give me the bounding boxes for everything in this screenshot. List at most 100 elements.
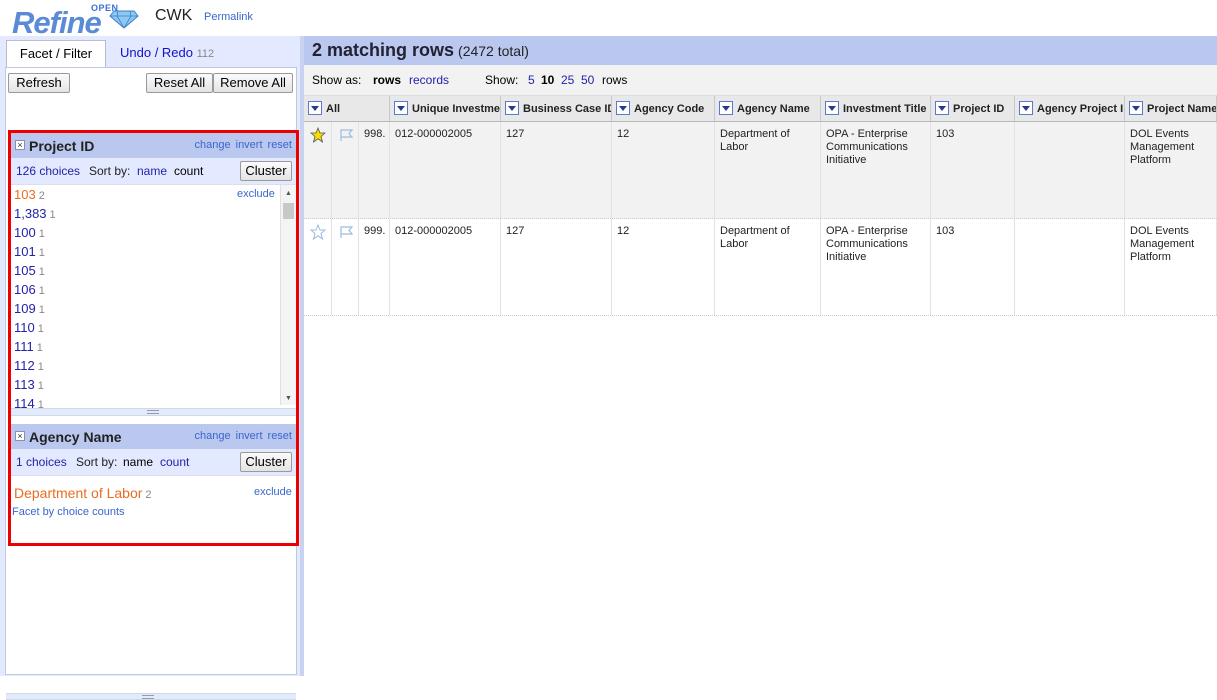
sort-by-name-selected[interactable]: name bbox=[123, 455, 153, 469]
column-header[interactable]: Project ID bbox=[931, 96, 1015, 121]
facet-choice[interactable]: 1,383 1 bbox=[14, 206, 56, 221]
chevron-down-icon[interactable] bbox=[505, 101, 519, 115]
flag-icon[interactable] bbox=[338, 128, 354, 142]
permalink-link[interactable]: Permalink bbox=[204, 11, 253, 23]
facet-choice[interactable]: 106 1 bbox=[14, 282, 45, 297]
project-title[interactable]: CWK bbox=[155, 7, 192, 25]
table-cell[interactable]: DOL Events Management Platform bbox=[1125, 219, 1217, 315]
summary-bar: 2 matching rows (2472 total) bbox=[304, 36, 1217, 65]
remove-all-button[interactable]: Remove All bbox=[213, 73, 293, 93]
table-cell[interactable]: 12 bbox=[612, 122, 715, 218]
undo-count: 112 bbox=[196, 48, 215, 60]
page-size-25[interactable]: 25 bbox=[561, 73, 574, 87]
chevron-down-icon[interactable] bbox=[1129, 101, 1143, 115]
chevron-down-icon[interactable] bbox=[308, 101, 322, 115]
table-cell[interactable]: 012-000002005 bbox=[390, 122, 501, 218]
facet-choice[interactable]: 105 1 bbox=[14, 263, 45, 278]
show-as-rows[interactable]: rows bbox=[373, 73, 401, 87]
scroll-up-icon[interactable]: ▲ bbox=[285, 190, 292, 197]
table-cell[interactable]: OPA - Enterprise Communications Initiati… bbox=[821, 122, 931, 218]
chevron-down-icon[interactable] bbox=[616, 101, 630, 115]
table-cell[interactable]: 012-000002005 bbox=[390, 219, 501, 315]
chevron-down-icon[interactable] bbox=[935, 101, 949, 115]
openrefine-logo[interactable]: OPEN Refine bbox=[10, 2, 140, 40]
facet-choice[interactable]: 103 2 bbox=[14, 187, 45, 202]
chevron-down-icon[interactable] bbox=[719, 101, 733, 115]
facet-invert-link[interactable]: invert bbox=[236, 139, 263, 151]
facet-choice-list: 103 2 exclude 1,383 1 100 1 101 1 105 1 106 1 … bbox=[11, 184, 296, 409]
column-header-all[interactable]: All bbox=[304, 96, 390, 121]
panel-resize-handle[interactable] bbox=[6, 693, 296, 700]
star-icon-filled[interactable] bbox=[310, 127, 326, 143]
column-label: Project ID bbox=[953, 103, 1005, 115]
refresh-button[interactable]: Refresh bbox=[8, 73, 70, 93]
facet-resize-handle[interactable] bbox=[11, 408, 296, 416]
table-cell[interactable] bbox=[1015, 122, 1125, 218]
scroll-down-icon[interactable]: ▼ bbox=[285, 395, 292, 402]
facet-choice[interactable]: 109 1 bbox=[14, 301, 45, 316]
table-cell[interactable]: 103 bbox=[931, 219, 1015, 315]
table-cell[interactable]: DOL Events Management Platform bbox=[1125, 122, 1217, 218]
facet-choice[interactable]: 110 1 bbox=[14, 320, 44, 335]
flag-cell[interactable] bbox=[332, 122, 359, 218]
table-cell[interactable]: 12 bbox=[612, 219, 715, 315]
tab-facet-filter[interactable]: Facet / Filter bbox=[6, 40, 106, 68]
chevron-down-icon[interactable] bbox=[1019, 101, 1033, 115]
sort-by-name-link[interactable]: name bbox=[137, 164, 167, 178]
star-icon-empty[interactable] bbox=[310, 224, 326, 240]
facet-choice[interactable]: 113 1 bbox=[14, 377, 44, 392]
facet-choices-count[interactable]: 1 choices bbox=[16, 455, 67, 469]
facet-reset-link[interactable]: reset bbox=[268, 430, 292, 442]
facet-invert-link[interactable]: invert bbox=[236, 430, 263, 442]
table-cell[interactable]: Department of Labor bbox=[715, 219, 821, 315]
chevron-down-icon[interactable] bbox=[825, 101, 839, 115]
column-header[interactable]: Unique Investment Identifier bbox=[390, 96, 501, 121]
column-header[interactable]: Agency Name bbox=[715, 96, 821, 121]
column-header[interactable]: Business Case ID bbox=[501, 96, 612, 121]
table-cell[interactable]: OPA - Enterprise Communications Initiati… bbox=[821, 219, 931, 315]
facet-choices-count[interactable]: 126 choices bbox=[16, 164, 80, 178]
flag-cell[interactable] bbox=[332, 219, 359, 315]
reset-all-button[interactable]: Reset All bbox=[146, 73, 213, 93]
star-cell[interactable] bbox=[304, 122, 332, 218]
facet-by-choice-counts-link[interactable]: Facet by choice counts bbox=[12, 506, 125, 518]
exclude-link[interactable]: exclude bbox=[254, 486, 292, 498]
chevron-down-icon[interactable] bbox=[394, 101, 408, 115]
table-cell[interactable]: 103 bbox=[931, 122, 1015, 218]
column-header[interactable]: Investment Title bbox=[821, 96, 931, 121]
facet-change-link[interactable]: change bbox=[195, 139, 231, 151]
page-size-50[interactable]: 50 bbox=[581, 73, 594, 87]
table-cell[interactable]: Department of Labor bbox=[715, 122, 821, 218]
facet-choice[interactable]: Department of Labor 2 bbox=[14, 485, 152, 501]
tab-undo-redo[interactable]: Undo / Redo 112 bbox=[120, 40, 214, 67]
close-icon[interactable]: × bbox=[15, 431, 25, 441]
facet-scrollbar[interactable]: ▲ ▼ bbox=[280, 185, 296, 405]
table-cell[interactable]: 127 bbox=[501, 219, 612, 315]
facet-choice[interactable]: 111 1 bbox=[14, 339, 43, 354]
cluster-button[interactable]: Cluster bbox=[240, 161, 292, 181]
cluster-button[interactable]: Cluster bbox=[240, 452, 292, 472]
facet-choice[interactable]: 112 1 bbox=[14, 358, 44, 373]
show-as-records-link[interactable]: records bbox=[409, 73, 449, 87]
table-cell[interactable]: 127 bbox=[501, 122, 612, 218]
sort-by-count-selected[interactable]: count bbox=[174, 164, 203, 178]
flag-icon[interactable] bbox=[338, 225, 354, 239]
facet-choice[interactable]: 100 1 bbox=[14, 225, 45, 240]
facet-choice[interactable]: 101 1 bbox=[14, 244, 45, 259]
page-size-5[interactable]: 5 bbox=[528, 73, 535, 87]
row-index: 999. bbox=[359, 219, 390, 315]
table-cell[interactable] bbox=[1015, 219, 1125, 315]
star-cell[interactable] bbox=[304, 219, 332, 315]
column-header[interactable]: Project Name bbox=[1125, 96, 1217, 121]
close-icon[interactable]: × bbox=[15, 140, 25, 150]
facet-change-link[interactable]: change bbox=[195, 430, 231, 442]
column-header[interactable]: Agency Project ID bbox=[1015, 96, 1125, 121]
facets-container: × Project ID change invert reset 126 choic… bbox=[8, 130, 299, 546]
column-header[interactable]: Agency Code bbox=[612, 96, 715, 121]
facet-reset-link[interactable]: reset bbox=[268, 139, 292, 151]
scrollbar-thumb[interactable] bbox=[283, 203, 294, 219]
sort-by-count-link[interactable]: count bbox=[160, 455, 189, 469]
choice-count: 1 bbox=[38, 266, 45, 278]
page-size-10-selected[interactable]: 10 bbox=[541, 73, 554, 87]
exclude-link[interactable]: exclude bbox=[237, 188, 275, 200]
